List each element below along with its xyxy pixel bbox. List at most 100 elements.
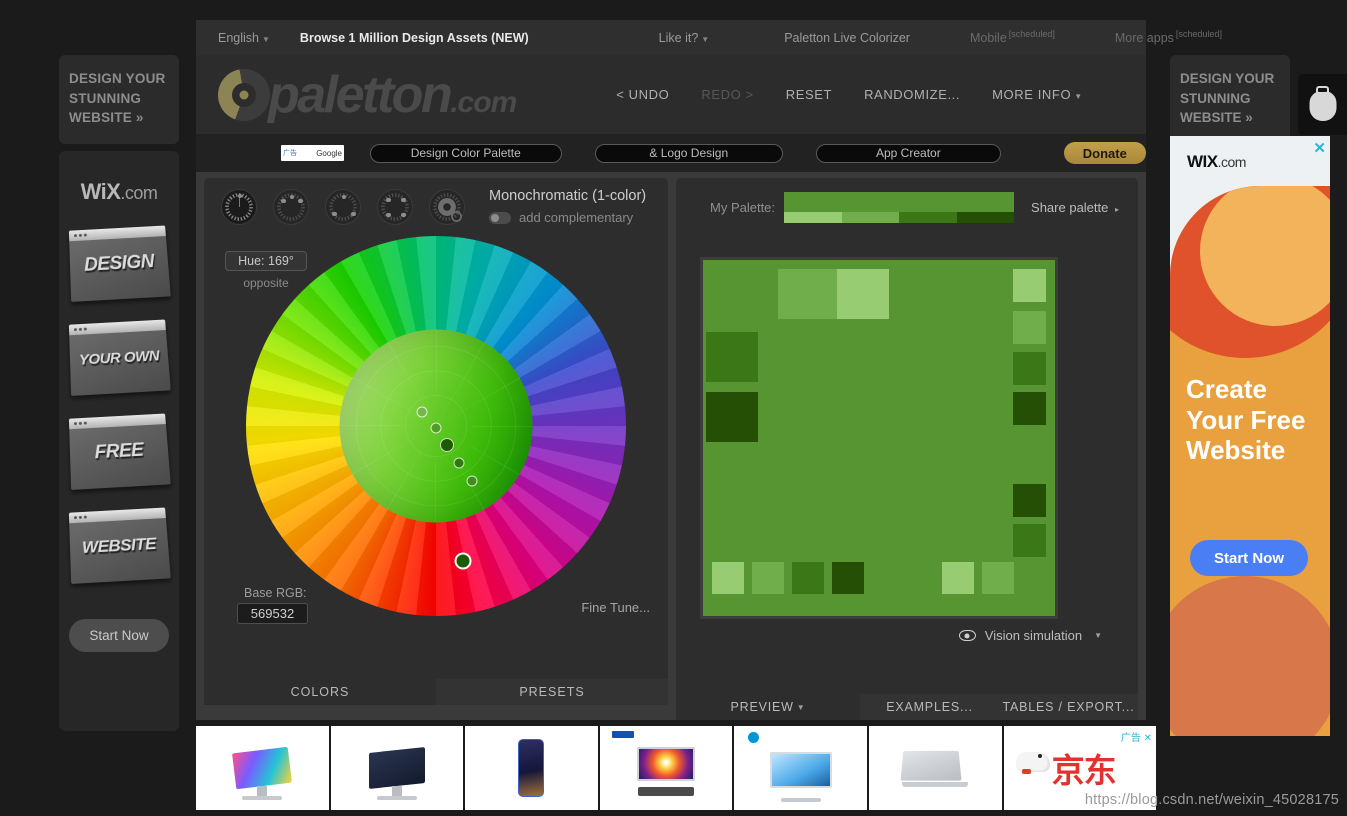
color-wheel[interactable] [246,236,626,616]
google-ads-badge[interactable]: Google [281,145,344,161]
preview-block-2 [1013,269,1046,302]
fine-tune-button[interactable]: Fine Tune... [581,600,650,615]
preview-panel: My Palette: Share palette ▸ Vision simul… [676,178,1138,720]
brand-name: paletton [268,65,453,124]
bottom-ad-item[interactable] [330,726,464,810]
scheme-name: Monochromatic (1-color) [489,188,647,204]
preview-block-12 [792,562,824,594]
bottom-ad-item[interactable] [465,726,598,810]
preview-block-13 [832,562,864,594]
scheme-adjacent-icon[interactable] [273,188,309,225]
add-complementary-toggle[interactable] [489,211,511,224]
scheme-dot [281,198,286,203]
tab-colors[interactable]: COLORS [204,679,436,705]
preview-block-0 [778,269,838,319]
scheme-triad-icon[interactable] [325,188,361,225]
preview-block-14 [942,562,974,594]
scheme-dot [332,211,337,216]
wheel-color-node-2[interactable] [440,438,454,452]
right-ad-chip[interactable] [1298,74,1347,135]
my-palette-label: My Palette: [710,200,776,215]
palette-swatch-1[interactable] [841,212,900,223]
tab-design-color-palette[interactable]: Design Color Palette [370,143,562,163]
my-palette-row: My Palette: Share palette ▸ [676,178,1138,223]
base-rgb-input[interactable]: 569532 [237,603,308,624]
preview-block-8 [1013,484,1046,517]
tab-app-creator[interactable]: App Creator [816,143,1001,163]
scheme-freestyle-gear-icon[interactable] [429,188,465,225]
bottom-ad-strip: 广告 ✕ 京东 [196,726,1157,810]
mobile-note: [scheduled] [1008,29,1055,40]
browse-assets-link[interactable]: Browse 1 Million Design Assets (NEW) [300,31,529,45]
left-ad-start-now-button[interactable]: Start Now [69,618,169,652]
language-selector[interactable]: English ▼ [218,31,270,45]
palette-swatch-0[interactable] [784,212,842,223]
monitor-screen [769,751,832,788]
jd-ad-label[interactable]: 广告 ✕ [1121,729,1152,744]
tab-tables-export[interactable]: TABLES / EXPORT... [999,694,1138,720]
bottom-ad-item[interactable] [599,726,733,810]
wheel-color-node-3[interactable] [453,457,465,469]
close-icon[interactable]: ✕ [1313,139,1326,157]
live-colorizer-link[interactable]: Paletton Live Colorizer [784,31,910,45]
randomize-button[interactable]: RANDOMIZE... [864,87,960,102]
scheme-monochromatic-icon[interactable] [221,188,257,225]
my-palette-swatches[interactable] [784,192,1015,223]
more-apps-note: [scheduled] [1175,29,1222,40]
tab-preview[interactable]: PREVIEW ▼ [676,694,860,720]
bottom-ad-item[interactable] [734,726,867,810]
palette-variant-strip[interactable] [784,212,1015,223]
decor-circle [1170,576,1330,736]
ad-banner-your-own: YOUR OWN [68,319,171,396]
wheel-base-color-handle[interactable] [454,552,472,570]
hp-logo [748,732,760,743]
scheme-dot [351,211,356,216]
bottom-ad-item[interactable] [868,726,1002,810]
monitor-screen [368,747,425,789]
ad-banner-design: DESIGN [68,225,171,302]
donate-button[interactable]: Donate [1063,142,1146,164]
right-ad-headline[interactable]: DESIGN YOUR STUNNING WEBSITE » [1170,55,1290,144]
tab-preview-label: PREVIEW [730,700,794,714]
palette-swatch-3[interactable] [956,212,1015,223]
wix-ad-banner[interactable]: ✕ WIX.com Create Your Free Website Start… [1170,136,1330,736]
chevron-down-icon: ▼ [1094,631,1102,640]
chevron-down-icon: ▼ [796,702,806,712]
banner-titlebar [68,225,166,241]
tab-logo-design[interactable]: & Logo Design [594,143,784,163]
wheel-color-node-4[interactable] [466,475,478,487]
left-ad-headline[interactable]: DESIGN YOUR STUNNING WEBSITE » [59,55,179,144]
palette-preview-canvas[interactable] [700,257,1058,619]
scheme-tetrad-icon[interactable] [377,188,413,225]
palette-swatch-2[interactable] [899,212,957,223]
bottom-ad-item[interactable] [196,726,329,810]
scheme-dot [298,198,303,203]
wheel-color-node-0[interactable] [416,406,428,418]
like-it-menu[interactable]: Like it? ▼ [659,31,710,45]
scheme-dot [341,194,346,199]
reset-button[interactable]: RESET [786,87,832,102]
share-palette-button[interactable]: Share palette ▸ [1031,200,1119,215]
share-palette-label: Share palette [1031,200,1109,215]
preview-block-6 [706,392,758,442]
laptop-screen [900,750,962,781]
wix-logo: WiX.com [81,179,158,205]
wix-ad-logo: WIX.com [1187,152,1246,172]
scheme-dot [401,197,406,202]
more-info-button[interactable]: MORE INFO ▼ [992,87,1083,102]
color-wheel-panel: Monochromatic (1-color) add complementar… [204,178,668,705]
banner-label: DESIGN [83,251,155,276]
wheel-color-node-1[interactable] [430,422,442,434]
banner-label: YOUR OWN [78,346,160,369]
add-complementary-row[interactable]: add complementary [489,210,646,225]
wix-ad-start-now-button[interactable]: Start Now [1190,540,1308,576]
tab-examples[interactable]: EXAMPLES... [860,694,999,720]
brand-suffix: .com [450,85,517,119]
tab-presets[interactable]: PRESETS [436,679,668,705]
left-ad-body[interactable]: WiX.com DESIGN YOUR OWN FREE WEBSITE Sta… [59,150,179,731]
vision-simulation-control[interactable]: Vision simulation ▼ [958,628,1102,643]
undo-button[interactable]: < UNDO [616,87,669,102]
page-root: DESIGN YOUR STUNNING WEBSITE » WiX.com D… [0,0,1347,816]
imac-product-image [232,746,293,800]
preview-block-4 [706,332,758,382]
